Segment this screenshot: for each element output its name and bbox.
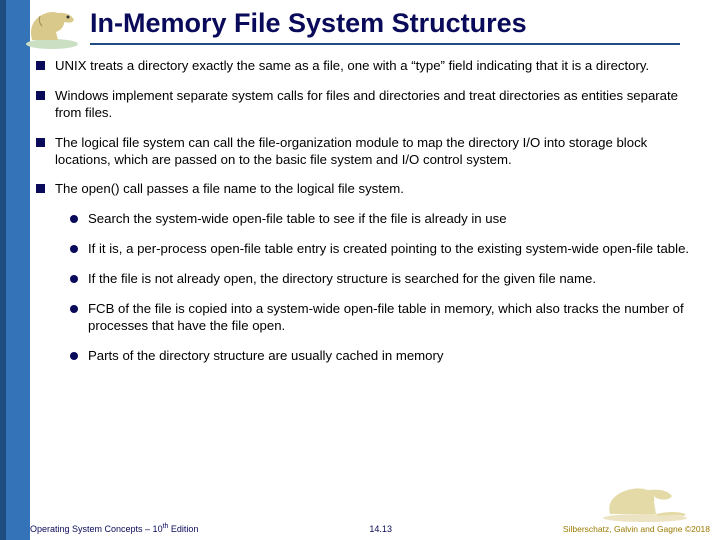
sub-bullet-item: Search the system-wide open-file table t… xyxy=(70,211,704,228)
circle-bullet-icon xyxy=(70,275,78,283)
slide-content: UNIX treats a directory exactly the same… xyxy=(36,58,704,378)
bullet-text: The open() call passes a file name to th… xyxy=(55,181,704,198)
sub-bullet-item: Parts of the directory structure are usu… xyxy=(70,348,704,365)
sub-bullet-item: If the file is not already open, the dir… xyxy=(70,271,704,288)
bullet-item: UNIX treats a directory exactly the same… xyxy=(36,58,704,75)
square-bullet-icon xyxy=(36,61,45,70)
footer-book-title: Operating System Concepts – 10 xyxy=(30,524,163,534)
footer-left: Operating System Concepts – 10th Edition xyxy=(30,523,198,534)
footer-slide-number: 14.13 xyxy=(369,524,392,534)
slide-footer: Operating System Concepts – 10th Edition… xyxy=(30,523,710,534)
dinosaur-icon xyxy=(20,2,84,50)
bullet-item: Windows implement separate system calls … xyxy=(36,88,704,122)
sub-bullet-text: If it is, a per-process open-file table … xyxy=(88,241,704,258)
bullet-item: The logical file system can call the fil… xyxy=(36,135,704,169)
left-stripe xyxy=(0,0,30,540)
footer-copyright: Silberschatz, Galvin and Gagne ©2018 xyxy=(563,524,710,534)
sub-bullet-text: Search the system-wide open-file table t… xyxy=(88,211,704,228)
slide-title: In-Memory File System Structures xyxy=(90,8,680,45)
circle-bullet-icon xyxy=(70,352,78,360)
bullet-text: UNIX treats a directory exactly the same… xyxy=(55,58,704,75)
sub-bullet-text: If the file is not already open, the dir… xyxy=(88,271,704,288)
bullet-item: The open() call passes a file name to th… xyxy=(36,181,704,198)
square-bullet-icon xyxy=(36,184,45,193)
bullet-text: The logical file system can call the fil… xyxy=(55,135,704,169)
footer-edition: Edition xyxy=(168,524,198,534)
sub-bullet-item: If it is, a per-process open-file table … xyxy=(70,241,704,258)
sub-bullets: Search the system-wide open-file table t… xyxy=(70,211,704,364)
dinosaur-footer-icon xyxy=(600,480,690,522)
circle-bullet-icon xyxy=(70,215,78,223)
circle-bullet-icon xyxy=(70,305,78,313)
square-bullet-icon xyxy=(36,138,45,147)
sub-bullet-text: FCB of the file is copied into a system-… xyxy=(88,301,704,335)
square-bullet-icon xyxy=(36,91,45,100)
sub-bullet-item: FCB of the file is copied into a system-… xyxy=(70,301,704,335)
bullet-text: Windows implement separate system calls … xyxy=(55,88,704,122)
sub-bullet-text: Parts of the directory structure are usu… xyxy=(88,348,704,365)
title-wrap: In-Memory File System Structures xyxy=(90,8,680,45)
circle-bullet-icon xyxy=(70,245,78,253)
